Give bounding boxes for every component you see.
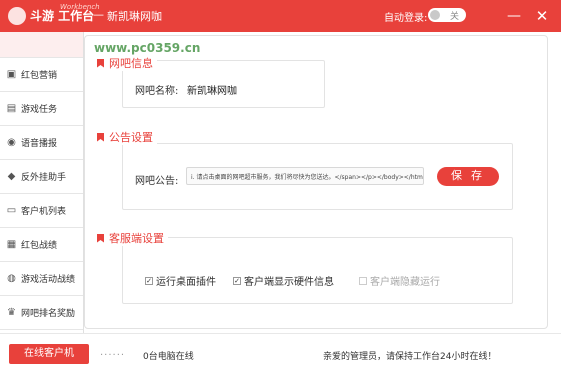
sidebar-home[interactable] [0, 32, 83, 58]
checkbox-checked-icon: ✓ [233, 276, 241, 285]
sidebar: ▣ 红包营销 ▤ 游戏任务 ◉ 语音播报 ◆ 反外挂助手 ▭ 客户机列表 ▦ 红… [0, 32, 84, 333]
bookmark-icon [97, 233, 104, 243]
notice-section-title: 公告设置 [97, 129, 157, 145]
trophy-icon: ♛ [7, 307, 16, 318]
bookmark-icon [97, 58, 104, 68]
autologin-toggle[interactable]: 关 [428, 8, 466, 22]
save-button[interactable]: 保 存 [437, 167, 499, 186]
checkbox-label: 客户端隐藏运行 [370, 277, 440, 288]
toggle-knob [430, 10, 440, 20]
cafe-name-label: 网吧名称: [135, 86, 179, 97]
gamepad-icon: ◍ [7, 273, 16, 284]
autologin-label: 自动登录: [384, 13, 428, 24]
sidebar-item-label: 红包营销 [21, 71, 58, 81]
cafe-name-title: 新凯琳网咖 [107, 10, 162, 23]
sidebar-item-voice-broadcast[interactable]: ◉ 语音播报 [0, 126, 83, 160]
client-settings-box [122, 237, 513, 304]
admin-greeting: 亲爱的管理员，请保持工作台24小时在线！ [323, 352, 497, 362]
sidebar-item-redpacket-marketing[interactable]: ▣ 红包营销 [0, 58, 83, 92]
task-icon: ▤ [6, 103, 17, 114]
watermark-url: www.pc0359.cn [94, 41, 201, 55]
close-button[interactable]: ✕ [532, 6, 552, 26]
status-bar: 在线客户机 ...... 0台电脑在线 亲爱的管理员，请保持工作台24小时在线！ [0, 333, 561, 371]
sidebar-item-label: 反外挂助手 [21, 173, 67, 183]
redpacket-icon: ▦ [6, 239, 17, 250]
sidebar-item-label: 红包战绩 [21, 241, 58, 251]
sidebar-item-redpacket-record[interactable]: ▦ 红包战绩 [0, 228, 83, 262]
sidebar-item-client-list[interactable]: ▭ 客户机列表 [0, 194, 83, 228]
section-title-text: 网吧信息 [109, 57, 153, 70]
checkbox-label: 运行桌面插件 [156, 277, 216, 288]
sidebar-item-label: 客户机列表 [21, 207, 67, 217]
cafe-info-section-title: 网吧信息 [97, 55, 157, 71]
broadcast-icon: ◉ [7, 137, 16, 148]
client-section-title: 客服端设置 [97, 230, 168, 246]
checkbox-label: 客户端显示硬件信息 [244, 277, 334, 288]
section-title-text: 客服端设置 [109, 232, 164, 245]
pc-online-count: 0台电脑在线 [143, 352, 194, 362]
sidebar-item-label: 网吧排名奖励 [21, 309, 76, 319]
shield-icon: ◆ [7, 171, 16, 182]
sidebar-item-anti-cheat[interactable]: ◆ 反外挂助手 [0, 160, 83, 194]
sidebar-item-label: 游戏活动战绩 [21, 275, 76, 285]
notice-label: 网吧公告: [135, 176, 179, 187]
section-title-text: 公告设置 [109, 131, 153, 144]
hide-client-checkbox[interactable]: 客户端隐藏运行 [359, 273, 440, 288]
run-desktop-plugin-checkbox[interactable]: ✓ 运行桌面插件 [145, 273, 216, 288]
checkbox-checked-icon: ✓ [145, 276, 153, 285]
status-dots: ...... [100, 347, 126, 358]
gift-icon: ▣ [6, 69, 17, 80]
notice-input[interactable]: i. 请点击桌面的网吧超市服务，我们将尽快为您送达。</span></p></b… [186, 167, 424, 185]
sidebar-item-label: 语音播报 [21, 139, 58, 149]
checkbox-empty-icon [359, 276, 367, 285]
online-clients-button[interactable]: 在线客户机 [9, 344, 89, 364]
sidebar-item-ranking-rewards[interactable]: ♛ 网吧排名奖励 [0, 296, 83, 330]
minimize-button[interactable]: — [504, 6, 524, 26]
sidebar-item-game-activity[interactable]: ◍ 游戏活动战绩 [0, 262, 83, 296]
sidebar-item-label: 游戏任务 [21, 105, 58, 115]
title-bar: 斗游 工作台 Workbench — 新凯琳网咖 自动登录: 关 — ✕ [0, 0, 561, 32]
show-hardware-info-checkbox[interactable]: ✓ 客户端显示硬件信息 [233, 273, 334, 288]
toggle-state: 关 [449, 12, 459, 22]
bookmark-icon [97, 132, 104, 142]
title-separator: — [93, 8, 104, 21]
sidebar-item-game-tasks[interactable]: ▤ 游戏任务 [0, 92, 83, 126]
cafe-name-value: 新凯琳网咖 [187, 86, 237, 97]
monitor-icon: ▭ [6, 205, 17, 216]
app-logo [8, 7, 26, 25]
